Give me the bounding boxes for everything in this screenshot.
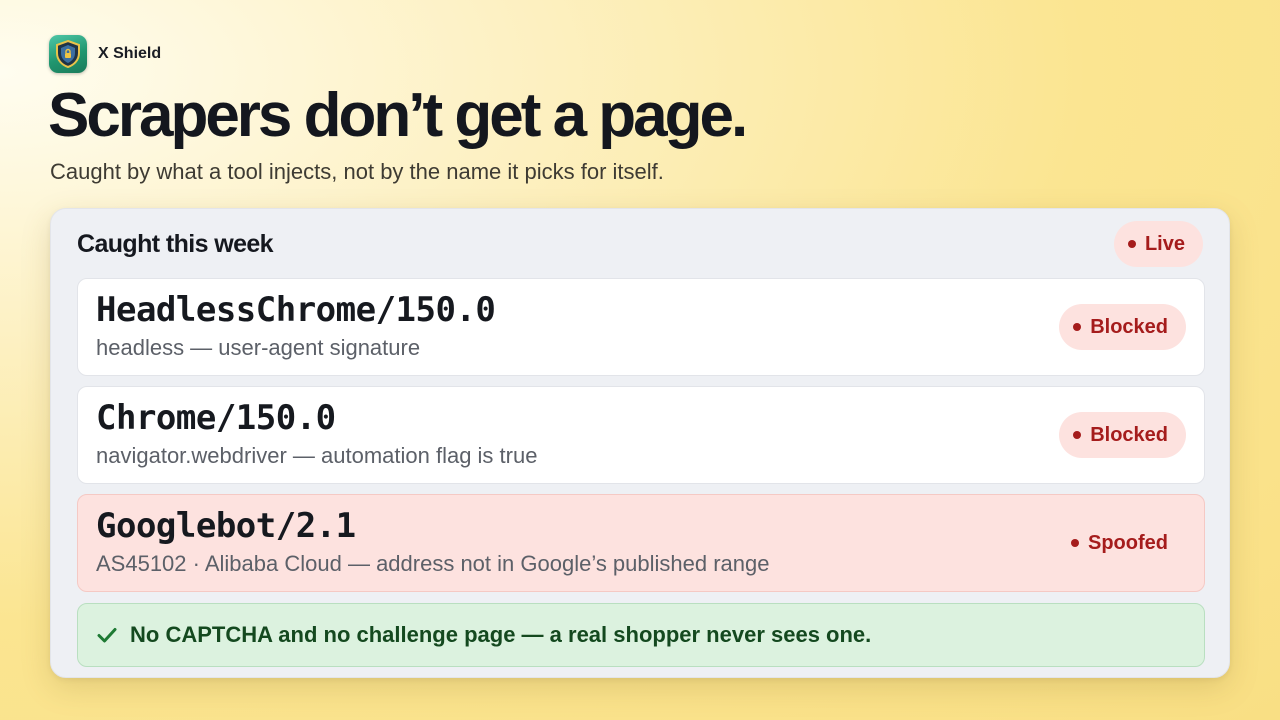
no-captcha-note: No CAPTCHA and no challenge page — a rea… — [77, 603, 1205, 667]
detection-reason: AS45102 · Alibaba Cloud — address not in… — [96, 551, 770, 576]
live-badge-label: Live — [1144, 232, 1185, 255]
caught-row: Googlebot/2.1 AS45102 · Alibaba Cloud — … — [77, 494, 1205, 592]
status-dot-icon — [1071, 539, 1079, 547]
status-dot-icon — [1073, 431, 1082, 439]
status-badge: Blocked — [1059, 304, 1186, 350]
live-badge: Live — [1113, 221, 1203, 267]
user-agent: Googlebot/2.1 — [96, 506, 356, 546]
status-dot-icon — [1127, 240, 1136, 248]
detection-reason: navigator.webdriver — automation flag is… — [96, 443, 538, 468]
detection-reason: headless — user-agent signature — [96, 335, 421, 360]
status-badge-label: Blocked — [1090, 315, 1168, 338]
status-badge-label: Blocked — [1090, 423, 1168, 446]
panel-title: Caught this week — [77, 230, 274, 258]
status-badge: Blocked — [1059, 412, 1186, 458]
caught-panel: Caught this week Live HeadlessChrome/150… — [50, 208, 1230, 678]
checkmark-icon — [97, 628, 117, 643]
note-text: No CAPTCHA and no challenge page — a rea… — [130, 622, 872, 647]
caught-row: Chrome/150.0 navigator.webdriver — autom… — [77, 386, 1205, 484]
caught-row: HeadlessChrome/150.0 headless — user-age… — [77, 278, 1205, 376]
page-headline: Scrapers don’t get a page. — [48, 81, 748, 150]
page-subline: Caught by what a tool injects, not by th… — [50, 159, 664, 184]
status-badge: Spoofed — [1057, 520, 1186, 566]
shield-icon — [49, 35, 87, 73]
user-agent: HeadlessChrome/150.0 — [96, 290, 496, 330]
brand: X Shield — [49, 35, 161, 73]
status-dot-icon — [1073, 323, 1082, 331]
brand-name: X Shield — [98, 45, 162, 62]
user-agent: Chrome/150.0 — [96, 398, 336, 438]
status-badge-label: Spoofed — [1088, 531, 1168, 554]
